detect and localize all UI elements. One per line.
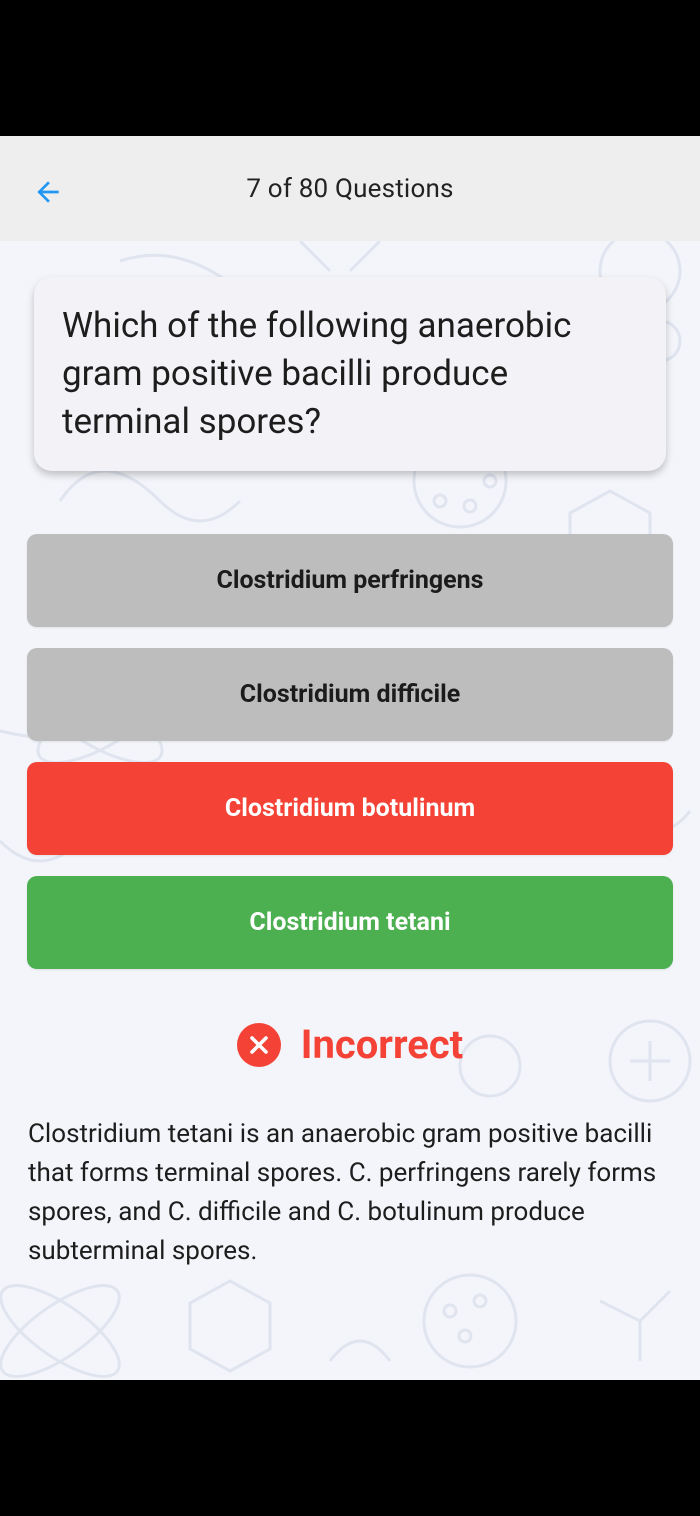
answer-option-3-incorrect[interactable]: Clostridium botulinum [27,762,673,855]
result-indicator: Incorrect [0,1021,700,1068]
answer-option-4-correct[interactable]: Clostridium tetani [27,876,673,969]
quiz-content: Which of the following anaerobic gram po… [0,241,700,1380]
app-bar: 7 of 80 Questions [0,136,700,241]
status-bar [0,0,700,136]
question-text: Which of the following anaerobic gram po… [62,305,572,442]
answer-option-label: Clostridium botulinum [224,794,476,823]
question-card: Which of the following anaerobic gram po… [34,277,666,471]
page-title: 7 of 80 Questions [246,174,454,204]
navigation-bar [0,1380,700,1516]
answer-option-label: Clostridium difficile [239,680,461,709]
answer-option-2[interactable]: Clostridium difficile [27,648,673,741]
answer-option-1[interactable]: Clostridium perfringens [27,534,673,627]
answer-option-label: Clostridium tetani [249,908,451,937]
explanation-text: Clostridium tetani is an anaerobic gram … [28,1119,657,1266]
answer-option-label: Clostridium perfringens [216,566,484,595]
result-label: Incorrect [300,1021,464,1068]
close-circle-icon [236,1022,281,1067]
